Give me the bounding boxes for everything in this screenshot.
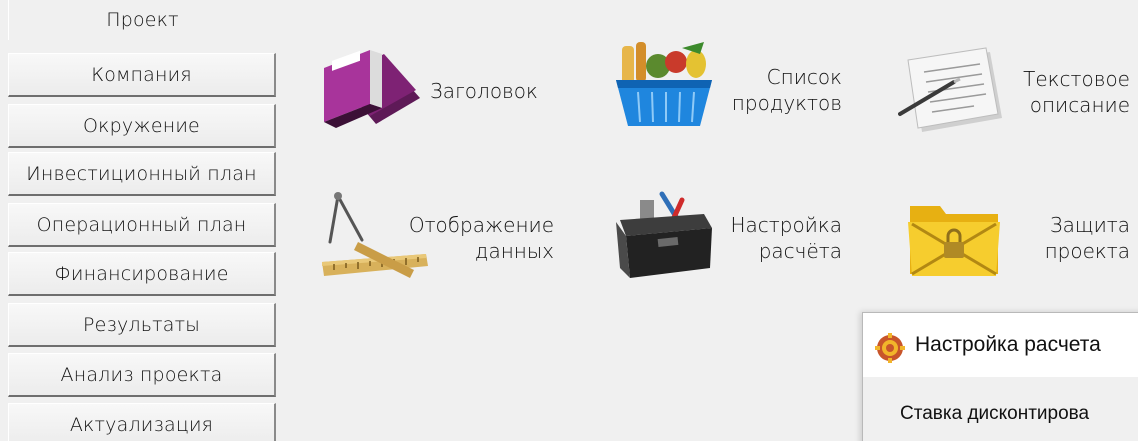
header-tile[interactable]: Заголовок [318,40,568,140]
dialog-body: Ставка дисконтирова [863,377,1138,441]
data-display-tile-label-line2: данных [474,239,554,263]
nav-item-label: Проект [106,9,179,31]
data-display-tile-label-line1: Отображение [408,213,554,237]
nav-item-label: Окружение [83,114,200,137]
calc-settings-tile-label-line1: Настройка [730,213,842,237]
products-tile-label-line2: продуктов [731,91,842,115]
products-tile-label-line1: Список [766,65,842,89]
books-icon [324,50,420,128]
nav-item-label: Компания [91,63,192,86]
nav-item-investment-plan[interactable]: Инвестиционный план [8,152,276,196]
nav-item-label: Результаты [82,313,201,336]
nav-item-label: Финансирование [54,262,229,285]
nav-item-label: Операционный план [36,213,247,236]
nav-item-actualization[interactable]: Актуализация [8,403,276,441]
calc-settings-tile-label-line2: расчёта [758,239,842,263]
nav-item-operational-plan[interactable]: Операционный план [8,203,276,247]
dialog-titlebar[interactable]: Настройка расчета [863,313,1138,377]
text-description-tile-label-line2: описание [1029,93,1130,117]
project-window: Проект Компания Окружение Инвестиционный… [0,0,1138,441]
dialog-title: Настройка расчета [915,333,1101,356]
discount-rate-label: Ставка дисконтирова [900,403,1090,424]
nav-item-project-analysis[interactable]: Анализ проекта [8,353,276,397]
nav-item-label: Инвестиционный план [26,162,257,185]
calc-settings-tile[interactable]: Настройка расчёта [612,186,852,286]
project-protection-tile-label-line1: Защита [1049,213,1130,237]
nav-item-project[interactable]: Проект [8,0,276,40]
app-gear-icon [875,333,905,363]
nav-item-environment[interactable]: Окружение [8,104,276,148]
text-description-tile[interactable]: Текстовое описание [898,40,1138,140]
locked-folder-icon [908,206,1000,276]
calc-settings-dialog: Настройка расчета Ставка дисконтирова [862,312,1138,441]
nav-item-financing[interactable]: Финансирование [8,252,276,296]
shopping-basket-icon [616,42,712,126]
nav-item-label: Анализ проекта [60,363,223,386]
data-display-tile[interactable]: Отображение данных [318,186,568,286]
text-description-tile-label-line1: Текстовое [1023,67,1130,91]
nav-item-label: Актуализация [69,413,214,436]
nav-item-results[interactable]: Результаты [8,303,276,347]
toolbox-icon [616,191,712,278]
products-tile[interactable]: Список продуктов [612,38,852,138]
header-tile-label: Заголовок [430,79,538,103]
project-protection-tile-label-line2: проекта [1044,239,1130,263]
project-protection-tile[interactable]: Защита проекта [898,186,1138,286]
nav-item-company[interactable]: Компания [8,53,276,97]
